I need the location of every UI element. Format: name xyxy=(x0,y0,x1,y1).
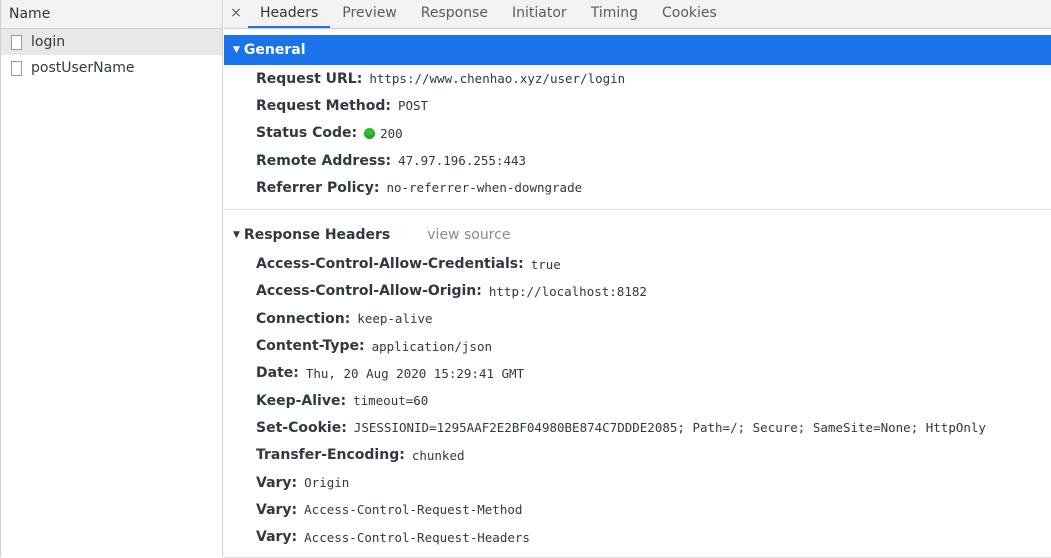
header-value: chunked xyxy=(411,447,465,463)
request-item-postusername[interactable]: postUserName xyxy=(1,55,222,81)
tab-response[interactable]: Response xyxy=(409,1,500,28)
document-icon xyxy=(11,60,22,76)
header-value: keep-alive xyxy=(357,311,433,327)
response-header-row: Connection: keep-alive xyxy=(256,305,1051,332)
response-headers-section-header[interactable]: ▼ Response Headers view source xyxy=(224,220,1051,250)
header-name: Status Code: xyxy=(256,125,358,142)
header-value: Access-Control-Request-Method xyxy=(304,502,523,518)
header-value: 200 xyxy=(380,125,403,141)
header-name: Content-Type: xyxy=(256,338,365,355)
request-url-row: Request URL: https://www.chenhao.xyz/use… xyxy=(256,65,1051,92)
header-value: no-referrer-when-downgrade xyxy=(386,180,583,196)
general-title: General xyxy=(243,42,306,58)
header-name: Vary: xyxy=(256,501,298,518)
response-header-row: Transfer-Encoding: chunked xyxy=(256,442,1051,469)
general-rows: Request URL: https://www.chenhao.xyz/use… xyxy=(224,65,1051,201)
devtools-network-panel: Name login postUserName × Headers Previe… xyxy=(0,0,1051,558)
tab-timing[interactable]: Timing xyxy=(579,1,650,28)
response-headers-title: Response Headers xyxy=(243,227,391,244)
response-header-row: Keep-Alive: timeout=60 xyxy=(256,387,1051,414)
header-name: Request Method: xyxy=(256,97,391,114)
header-value: Thu, 20 Aug 2020 15:29:41 GMT xyxy=(305,365,525,381)
request-item-login[interactable]: login xyxy=(1,29,222,55)
header-name: Transfer-Encoding: xyxy=(256,447,405,464)
status-code-row: Status Code: 200 xyxy=(256,120,1051,147)
header-name: Access-Control-Allow-Credentials: xyxy=(256,256,524,273)
header-value: http://localhost:8182 xyxy=(488,283,647,299)
header-value: Access-Control-Request-Headers xyxy=(304,529,530,545)
header-name: Keep-Alive: xyxy=(256,392,347,409)
name-column-header[interactable]: Name xyxy=(1,0,222,29)
referrer-policy-row: Referrer Policy: no-referrer-when-downgr… xyxy=(256,174,1051,201)
header-value: Origin xyxy=(304,475,350,490)
response-header-row: Date: Thu, 20 Aug 2020 15:29:41 GMT xyxy=(256,360,1051,387)
request-name: postUserName xyxy=(31,60,135,76)
close-icon[interactable]: × xyxy=(224,1,248,28)
response-header-row: Access-Control-Allow-Credentials: true xyxy=(256,250,1051,277)
response-header-row: Content-Type: application/json xyxy=(256,332,1051,359)
header-value: true xyxy=(530,256,561,272)
header-name: Remote Address: xyxy=(256,152,392,169)
header-name: Connection: xyxy=(256,310,351,327)
header-name: Request URL: xyxy=(256,70,363,87)
header-value: application/json xyxy=(371,338,493,354)
response-header-row: Access-Control-Allow-Origin: http://loca… xyxy=(256,278,1051,305)
header-value: https://www.chenhao.xyz/user/login xyxy=(369,71,626,87)
header-name: Referrer Policy: xyxy=(256,179,380,196)
header-value: JSESSIONID=1295AAF2E2BF04980BE874C7DDDE2… xyxy=(353,420,986,436)
request-list-pane: Name login postUserName xyxy=(0,0,223,557)
general-section-header[interactable]: ▼ General xyxy=(224,35,1051,65)
response-header-row: Vary: Access-Control-Request-Method xyxy=(256,496,1051,523)
response-header-row: Vary: Access-Control-Request-Headers xyxy=(256,523,1051,550)
request-method-row: Request Method: POST xyxy=(256,92,1051,119)
tab-cookies[interactable]: Cookies xyxy=(650,1,729,28)
triangle-down-icon: ▼ xyxy=(233,230,240,241)
triangle-down-icon: ▼ xyxy=(233,45,240,55)
header-value: POST xyxy=(397,98,429,114)
document-icon xyxy=(11,34,22,50)
header-value: timeout=60 xyxy=(353,393,429,409)
header-name: Date: xyxy=(256,365,299,382)
request-details-pane: × Headers Preview Response Initiator Tim… xyxy=(224,0,1051,558)
tab-headers[interactable]: Headers xyxy=(248,1,331,28)
status-dot-icon xyxy=(364,127,376,139)
tab-preview[interactable]: Preview xyxy=(330,1,409,28)
header-value: 47.97.196.255:443 xyxy=(398,153,527,169)
header-name: Vary: xyxy=(256,529,298,546)
response-header-row: Set-Cookie: JSESSIONID=1295AAF2E2BF04980… xyxy=(256,414,1051,441)
remote-address-row: Remote Address: 47.97.196.255:443 xyxy=(256,147,1051,174)
request-list: login postUserName xyxy=(1,29,222,81)
tab-initiator[interactable]: Initiator xyxy=(500,1,579,28)
section-divider xyxy=(224,209,1051,211)
request-name: login xyxy=(31,34,66,50)
header-name: Set-Cookie: xyxy=(256,419,347,436)
response-header-row: Vary: Origin xyxy=(256,469,1051,496)
response-header-rows: Access-Control-Allow-Credentials: true A… xyxy=(224,250,1051,550)
header-name: Access-Control-Allow-Origin: xyxy=(256,283,482,300)
view-source-link[interactable]: view source xyxy=(427,227,510,243)
header-name: Vary: xyxy=(256,474,298,491)
details-tab-bar: × Headers Preview Response Initiator Tim… xyxy=(224,0,1051,29)
